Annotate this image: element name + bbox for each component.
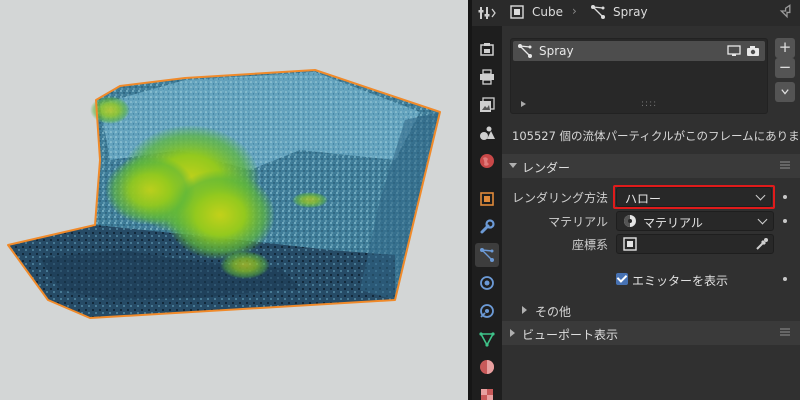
object-icon <box>510 5 524 19</box>
keyframe-dot-icon[interactable] <box>783 219 787 223</box>
list-item-name: Spray <box>539 44 574 58</box>
panel-drag-grip-icon[interactable] <box>780 161 790 169</box>
keyframe-dot-icon[interactable] <box>783 195 787 199</box>
remove-particle-system-button[interactable]: − <box>775 58 795 78</box>
world-icon <box>480 154 494 168</box>
expand-icon <box>522 306 527 314</box>
panel-drag-grip-icon[interactable] <box>780 328 790 336</box>
list-specials-button[interactable] <box>775 82 795 102</box>
material-icon <box>480 360 494 374</box>
particle-system-list[interactable]: Spray :::: <box>510 38 768 114</box>
show-emitter-label: エミッターを表示 <box>632 274 729 288</box>
view-layer-icon <box>480 97 495 112</box>
object-icon <box>480 192 494 206</box>
material-label: マテリアル <box>548 215 608 229</box>
breadcrumb-particle-system: Spray <box>613 5 648 19</box>
highlight-box <box>613 185 775 209</box>
3d-viewport[interactable] <box>0 0 468 400</box>
physics-icon <box>480 276 494 290</box>
other-subpanel-title: その他 <box>535 305 572 319</box>
tab-object[interactable] <box>475 187 499 211</box>
tab-physics[interactable] <box>475 271 499 295</box>
particles-icon <box>480 248 494 262</box>
coordinate-system-label: 座標系 <box>571 238 608 252</box>
other-subpanel-header[interactable]: その他 <box>522 303 642 319</box>
fluid-scene <box>7 69 441 319</box>
output-icon <box>480 69 494 85</box>
modifier-icon <box>480 219 495 234</box>
breadcrumb-object: Cube <box>532 5 563 19</box>
add-particle-system-button[interactable]: + <box>775 38 795 58</box>
breadcrumb-separator-icon: › <box>572 4 577 18</box>
chevron-down-icon <box>757 214 768 225</box>
particles-icon <box>591 5 605 19</box>
tab-texture[interactable] <box>475 383 499 400</box>
list-expand-icon[interactable] <box>521 101 526 107</box>
material-dropdown[interactable]: マテリアル <box>616 211 774 231</box>
chevron-down-icon <box>781 89 789 95</box>
list-item[interactable]: Spray <box>513 41 765 61</box>
coordinate-system-field[interactable] <box>616 234 774 254</box>
tab-material[interactable] <box>475 355 499 379</box>
tab-particles[interactable] <box>475 243 499 267</box>
list-resize-grip-icon[interactable]: :::: <box>641 99 657 109</box>
viewport-display-panel-title: ビューポート表示 <box>522 328 619 342</box>
material-value: マテリアル <box>643 216 703 230</box>
particles-icon <box>518 44 532 58</box>
material-icon <box>624 215 636 227</box>
constraints-icon <box>480 304 494 318</box>
tab-world[interactable] <box>475 149 499 173</box>
tab-view-layer[interactable] <box>475 93 499 117</box>
render-panel-header[interactable]: レンダー <box>502 154 800 178</box>
keyframe-dot-icon[interactable] <box>783 277 787 281</box>
render-panel-title: レンダー <box>522 161 571 175</box>
show-emitter-checkbox[interactable] <box>616 273 628 285</box>
pin-icon[interactable] <box>779 3 795 21</box>
properties-editor: Cube › Spray Spray :::: + − 105527 個の流体パ… <box>502 0 800 400</box>
properties-header: Cube › Spray <box>502 0 800 26</box>
object-data-icon <box>479 332 495 347</box>
tab-render[interactable] <box>475 37 499 61</box>
tab-constraints[interactable] <box>475 299 499 323</box>
render-as-label: レンダリング方法 <box>511 191 608 205</box>
eyedropper-icon[interactable] <box>755 237 769 251</box>
render-icon <box>480 43 494 56</box>
object-icon <box>623 237 637 251</box>
scene-icon <box>480 126 495 140</box>
viewport-display-panel-header[interactable]: ビューポート表示 <box>502 321 800 345</box>
tab-output[interactable] <box>475 65 499 89</box>
camera-icon[interactable] <box>746 45 760 57</box>
texture-icon <box>481 389 493 400</box>
monitor-icon[interactable] <box>727 45 741 57</box>
tab-modifiers[interactable] <box>475 215 499 239</box>
tab-scene[interactable] <box>475 121 499 145</box>
collapse-icon <box>509 163 517 168</box>
editor-type-selector[interactable] <box>472 0 502 26</box>
render-panel-body: レンダリング方法 ハロー マテリアル マテリアル 座標系 エミッターを表示 その… <box>502 178 800 320</box>
fluid-particle-info: 105527 個の流体パーティクルがこのフレームにありま… <box>512 129 798 143</box>
expand-icon <box>510 329 515 337</box>
properties-editor-icon <box>478 7 496 19</box>
properties-tabs <box>472 26 502 400</box>
tab-object-data[interactable] <box>475 327 499 351</box>
